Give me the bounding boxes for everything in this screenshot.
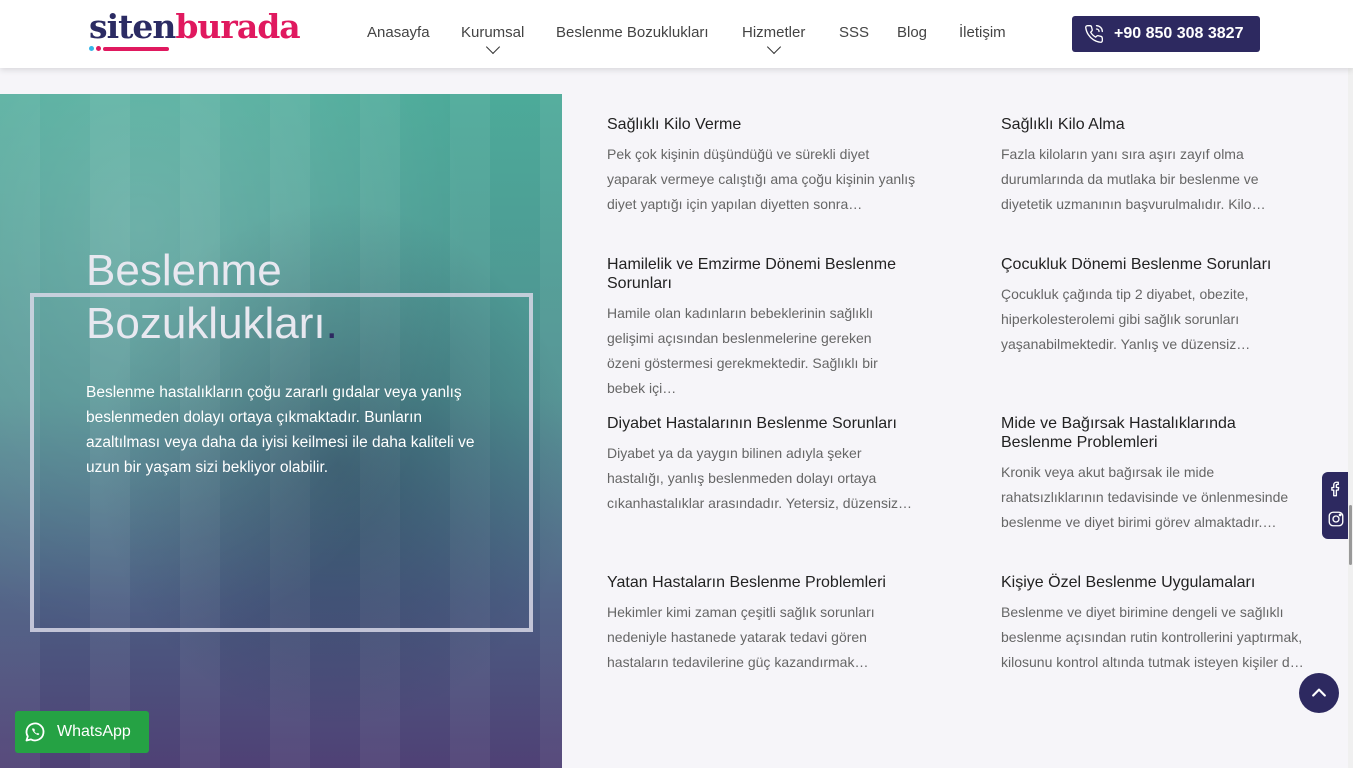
nav-item-hizmetler[interactable]: Hizmetler xyxy=(742,24,806,55)
hero-title-dot: . xyxy=(325,299,338,348)
logo-text-part2: burada xyxy=(175,7,300,46)
chevron-up-icon xyxy=(1312,688,1326,697)
service-card[interactable]: Hamilelik ve Emzirme Dönemi Beslenme Sor… xyxy=(607,255,907,401)
nav-item-iletisim[interactable]: İletişim xyxy=(959,24,1006,41)
service-title: Hamilelik ve Emzirme Dönemi Beslenme Sor… xyxy=(607,256,896,292)
logo-dot-blue xyxy=(89,46,94,51)
nav-item-beslenme-bozukluklari[interactable]: Beslenme Bozuklukları xyxy=(556,24,709,41)
hero-title: Beslenme Bozuklukları. xyxy=(86,244,506,350)
logo-text-part1: siten xyxy=(89,7,176,46)
service-description: Kronik veya akut bağırsak ile mide rahat… xyxy=(1001,464,1289,530)
service-description: Çocukluk çağında tip 2 diyabet, obezite,… xyxy=(1001,286,1251,352)
chevron-down-icon xyxy=(766,39,781,55)
chevron-down-icon xyxy=(485,39,500,55)
service-title: Mide ve Bağırsak Hastalıklarında Beslenm… xyxy=(1001,415,1236,451)
whatsapp-icon xyxy=(25,722,45,742)
service-card[interactable]: Kişiye Özel Beslenme Uygulamaları Beslen… xyxy=(1001,573,1306,675)
nav-item-label: Kurumsal xyxy=(461,24,525,41)
phone-number: +90 850 308 3827 xyxy=(1114,25,1244,42)
facebook-icon[interactable] xyxy=(1327,480,1345,498)
logo-underline xyxy=(103,47,169,51)
hero-description: Beslenme hastalıkların çoğu zararlı gıda… xyxy=(86,384,475,476)
service-description: Pek çok kişinin düşündüğü ve sürekli diy… xyxy=(607,146,916,212)
instagram-icon[interactable] xyxy=(1327,510,1345,528)
social-sidebar xyxy=(1322,472,1350,539)
scroll-to-top-button[interactable] xyxy=(1299,673,1339,713)
service-title: Sağlıklı Kilo Verme xyxy=(607,116,742,133)
logo-dot-pink xyxy=(96,46,101,51)
whatsapp-label: WhatsApp xyxy=(57,723,131,740)
site-logo[interactable]: sitenburada xyxy=(89,7,301,52)
service-title: Çocukluk Dönemi Beslenme Sorunları xyxy=(1001,256,1272,273)
whatsapp-button[interactable]: WhatsApp xyxy=(15,711,149,753)
nav-item-label: Hizmetler xyxy=(742,24,806,41)
page-scrollbar[interactable] xyxy=(1348,0,1353,768)
service-card[interactable]: Mide ve Bağırsak Hastalıklarında Beslenm… xyxy=(1001,414,1301,535)
site-header: sitenburada Anasayfa Kurumsal Beslenme B… xyxy=(0,0,1353,68)
service-title: Sağlıklı Kilo Alma xyxy=(1001,116,1125,133)
service-card[interactable]: Diyabet Hastalarının Beslenme Sorunları … xyxy=(607,414,917,516)
service-description: Fazla kiloların yanı sıra aşırı zayıf ol… xyxy=(1001,146,1266,212)
nav-item-blog[interactable]: Blog xyxy=(897,24,927,41)
service-description: Diyabet ya da yaygın bilinen adıyla şeke… xyxy=(607,445,913,511)
service-card[interactable]: Sağlıklı Kilo Verme Pek çok kişinin düşü… xyxy=(607,115,917,217)
service-card[interactable]: Çocukluk Dönemi Beslenme Sorunları Çocuk… xyxy=(1001,255,1311,357)
service-description: Beslenme ve diyet birimine dengeli ve sa… xyxy=(1001,604,1304,670)
service-title: Yatan Hastaların Beslenme Problemleri xyxy=(607,574,886,591)
nav-item-sss[interactable]: SSS xyxy=(839,24,869,41)
service-title: Diyabet Hastalarının Beslenme Sorunları xyxy=(607,415,897,432)
nav-item-anasayfa[interactable]: Anasayfa xyxy=(367,24,430,41)
scrollbar-thumb[interactable] xyxy=(1349,505,1352,565)
nav-item-kurumsal[interactable]: Kurumsal xyxy=(461,24,525,55)
service-card[interactable]: Yatan Hastaların Beslenme Problemleri He… xyxy=(607,573,917,675)
service-title: Kişiye Özel Beslenme Uygulamaları xyxy=(1001,574,1256,591)
service-description: Hekimler kimi zaman çeşitli sağlık sorun… xyxy=(607,604,875,670)
service-description: Hamile olan kadınların bebeklerinin sağl… xyxy=(607,305,878,396)
service-card[interactable]: Sağlıklı Kilo Alma Fazla kiloların yanı … xyxy=(1001,115,1311,217)
hero-title-line2: Bozuklukları xyxy=(86,299,326,348)
hero-title-line1: Beslenme xyxy=(86,246,282,295)
phone-icon xyxy=(1085,24,1104,43)
phone-button[interactable]: +90 850 308 3827 xyxy=(1072,16,1260,52)
